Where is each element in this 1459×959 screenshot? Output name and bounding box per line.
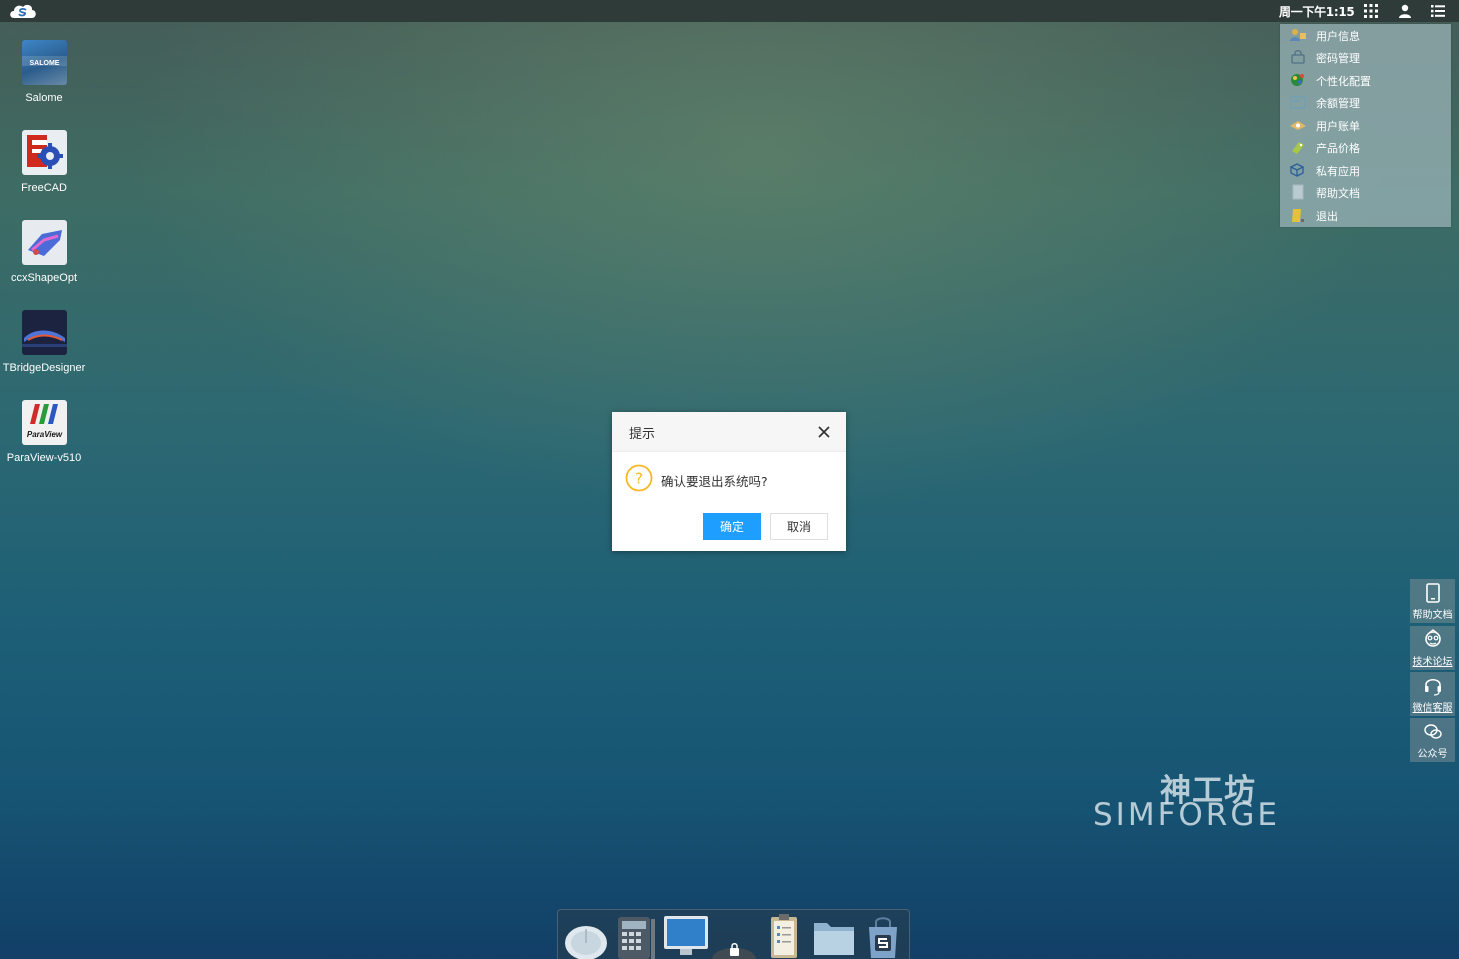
confirm-button[interactable]: 确定	[703, 513, 761, 540]
help-doc-icon	[1292, 184, 1304, 200]
menu-item-personalize[interactable]: 个性化配置	[1280, 69, 1451, 91]
price-tag-icon	[1292, 142, 1304, 154]
clock[interactable]: 周一下午1:15	[1279, 3, 1355, 20]
desktop-icon-label: TBridgeDesigner	[2, 362, 86, 374]
menu-item-label: 产品价格	[1316, 142, 1360, 155]
cloud-logo-icon[interactable]	[8, 2, 38, 20]
menu-item-private-apps[interactable]: 私有应用	[1280, 159, 1451, 181]
menu-item-label: 个性化配置	[1316, 75, 1371, 88]
menu-item-label: 用户账单	[1316, 120, 1360, 133]
side-button-official-account[interactable]: 公众号	[1410, 718, 1455, 762]
confirm-dialog: 提示 ? 确认要退出系统吗? 确定 取消	[612, 412, 846, 551]
svg-text:?: ?	[635, 470, 643, 488]
user-icon[interactable]	[1397, 3, 1413, 19]
dialog-message: 确认要退出系统吗?	[661, 474, 768, 489]
balance-icon	[1290, 96, 1306, 109]
logout-icon	[1292, 209, 1304, 222]
menu-item-label: 帮助文档	[1316, 187, 1360, 200]
desktop-icon-label: ccxShapeOpt	[10, 272, 78, 284]
salome-app-icon: SALOME	[22, 40, 67, 85]
close-icon[interactable]	[815, 423, 833, 441]
paraview-app-icon: ParaView	[22, 400, 67, 445]
headset-icon	[1425, 678, 1441, 696]
side-button-help-doc[interactable]: 帮助文档	[1410, 579, 1455, 623]
tbridgedesigner-app-icon	[22, 310, 67, 355]
private-apps-icon	[1289, 163, 1305, 178]
menu-item-password[interactable]: 密码管理	[1280, 46, 1451, 68]
menu-item-balance[interactable]: 余额管理	[1280, 91, 1451, 113]
side-button-label: 公众号	[1417, 749, 1448, 760]
monitor-icon[interactable]	[663, 915, 709, 959]
dialog-header: 提示	[612, 412, 846, 452]
desktop-icon-label: FreeCAD	[21, 182, 67, 194]
menu-item-label: 退出	[1316, 210, 1338, 223]
user-menu: 用户信息 密码管理 个性化配置 余额管理 用户账单 产品价格 私有应用 帮助文档…	[1280, 24, 1451, 227]
paraview-logo-text: ParaView	[27, 430, 63, 439]
wechat-icon	[1424, 724, 1442, 739]
menu-item-label: 余额管理	[1316, 97, 1360, 110]
side-button-label: 帮助文档	[1412, 610, 1453, 621]
freecad-app-icon	[22, 130, 67, 175]
mouse-icon[interactable]	[563, 917, 609, 959]
question-icon: ?	[625, 464, 653, 492]
clipboard-icon[interactable]	[768, 913, 802, 959]
lock-icon[interactable]	[711, 934, 757, 959]
dock	[557, 909, 910, 959]
menu-item-logout[interactable]: 退出	[1280, 204, 1451, 226]
menu-item-label: 密码管理	[1316, 52, 1360, 65]
menu-list-icon[interactable]	[1430, 3, 1446, 19]
cancel-button[interactable]: 取消	[770, 513, 828, 540]
calculator-icon[interactable]	[616, 915, 656, 959]
menu-item-help-doc[interactable]: 帮助文档	[1280, 181, 1451, 203]
bill-icon	[1290, 121, 1306, 130]
side-button-forum[interactable]: 技术论坛	[1410, 626, 1455, 670]
menu-item-bill[interactable]: 用户账单	[1280, 114, 1451, 136]
ccxshapeopt-app-icon	[22, 220, 67, 265]
menu-item-user-info[interactable]: 用户信息	[1280, 24, 1451, 46]
desktop-icon-label: Salome	[25, 92, 63, 104]
desktop-icon-label: ParaView-v510	[6, 452, 82, 464]
store-bag-icon[interactable]	[864, 915, 902, 959]
personalize-icon	[1291, 74, 1304, 86]
brand-logo-en: SIMFORGE	[1093, 797, 1280, 833]
dialog-title: 提示	[629, 427, 656, 442]
tablet-icon	[1426, 583, 1440, 603]
folder-icon[interactable]	[812, 917, 856, 957]
user-info-icon	[1290, 29, 1306, 41]
apps-grid-icon[interactable]	[1363, 3, 1379, 19]
menu-item-price[interactable]: 产品价格	[1280, 136, 1451, 158]
forum-avatar-icon	[1425, 629, 1441, 647]
top-bar: 周一下午1:15	[0, 0, 1459, 22]
salome-logo-text: SALOME	[30, 60, 60, 67]
side-button-label: 技术论坛	[1412, 657, 1453, 668]
side-button-label: 微信客服	[1412, 703, 1453, 714]
menu-item-label: 私有应用	[1316, 165, 1360, 178]
password-icon	[1291, 50, 1305, 64]
menu-item-label: 用户信息	[1316, 30, 1360, 43]
side-button-wechat-support[interactable]: 微信客服	[1410, 672, 1455, 716]
